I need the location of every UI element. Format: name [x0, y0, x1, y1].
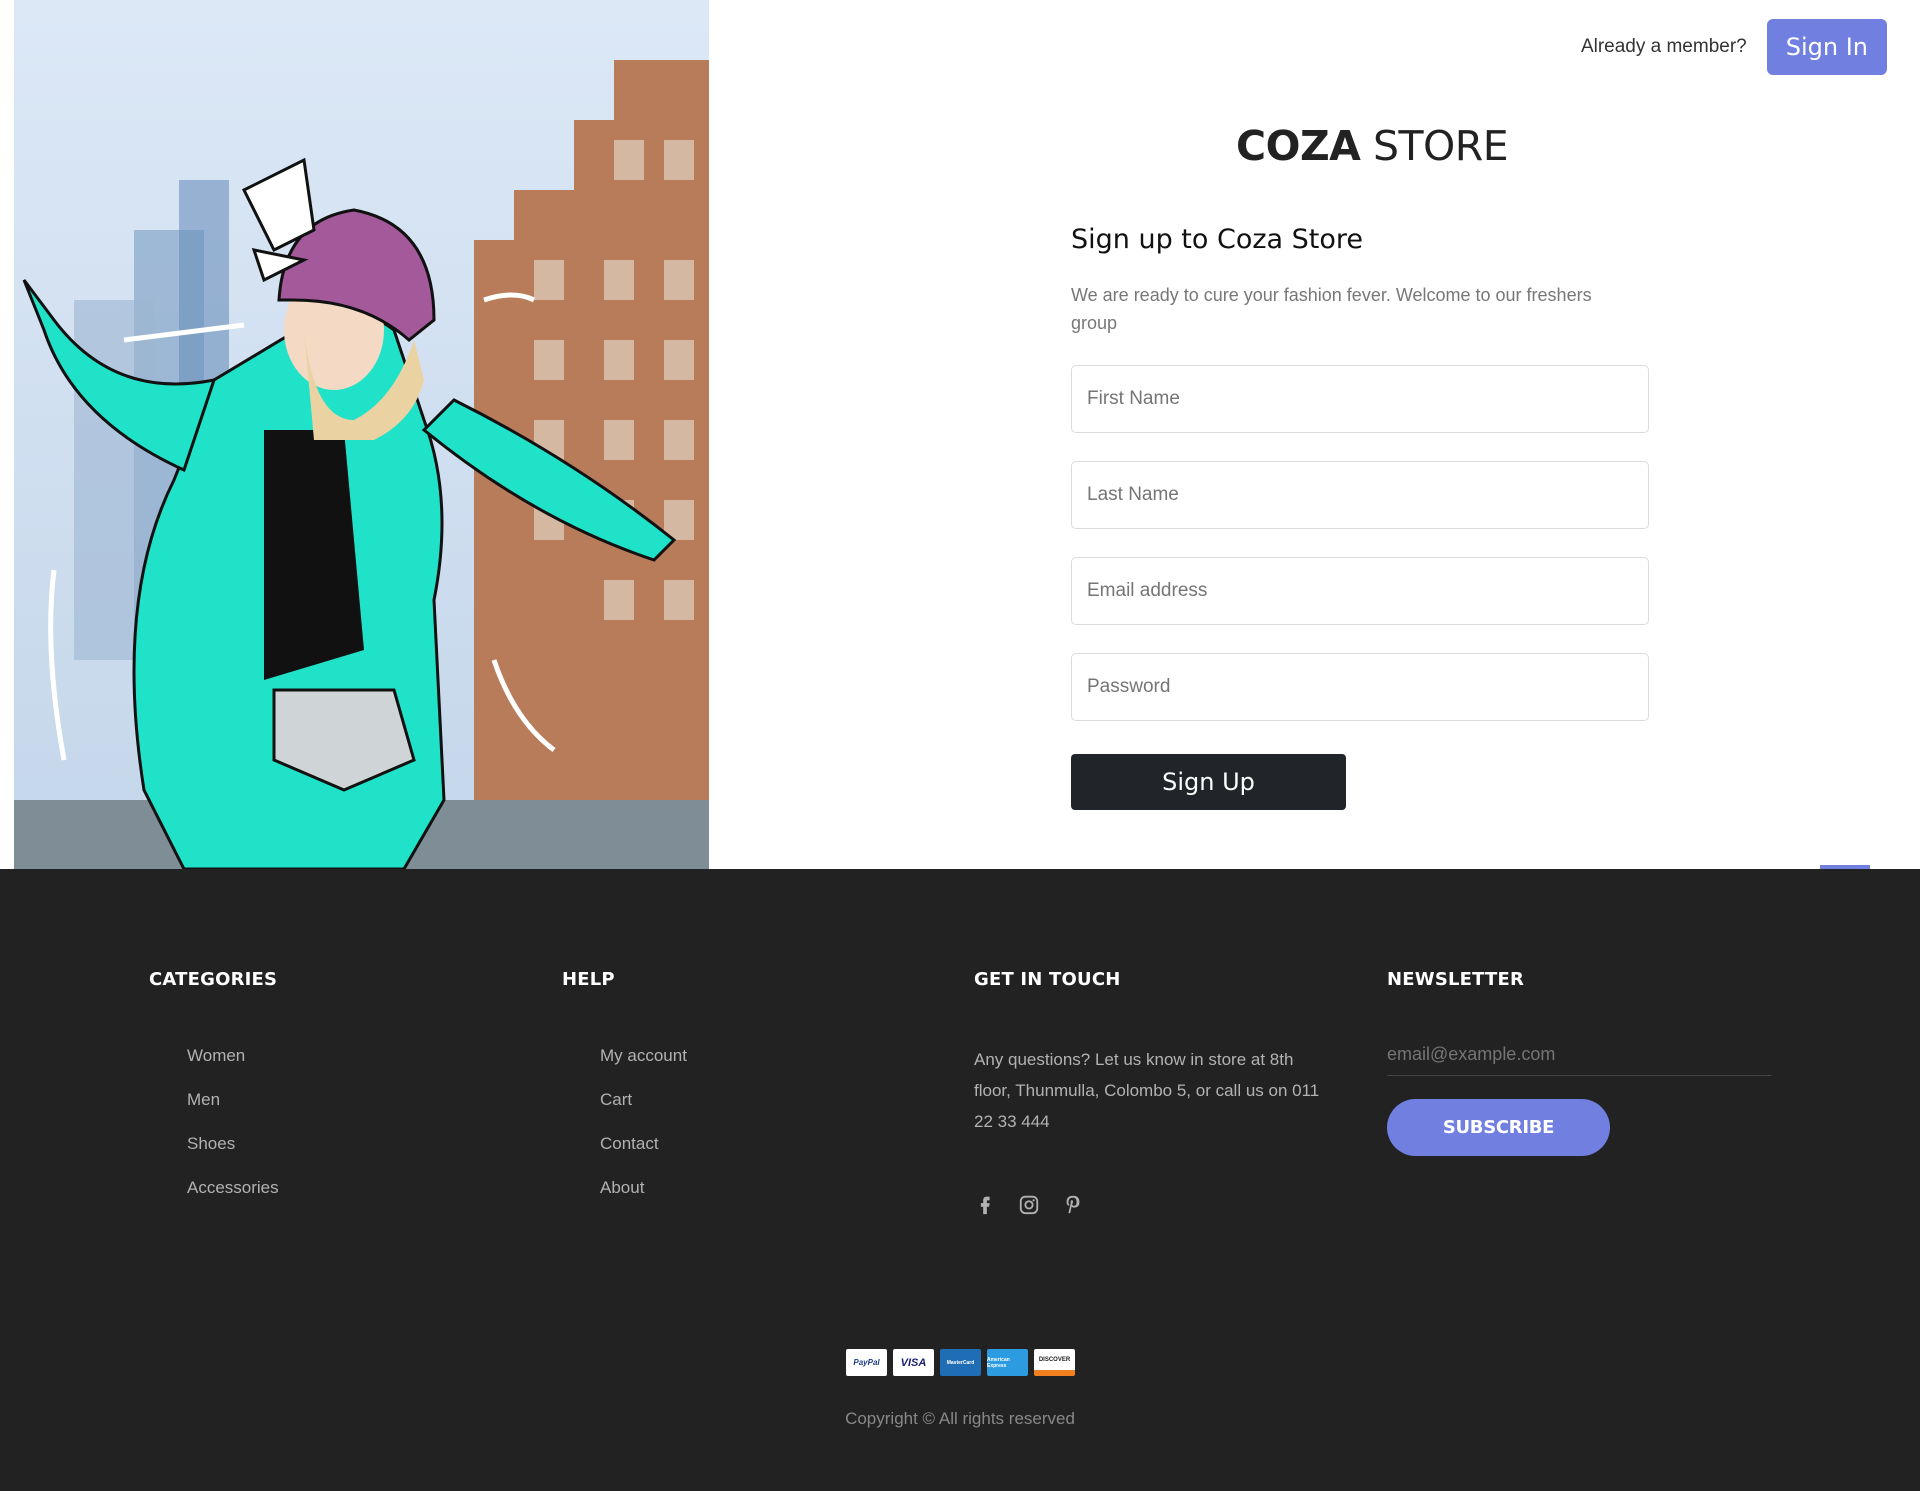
password-field[interactable]: [1071, 653, 1649, 721]
signup-page: Already a member? Sign In COZA STORE Sig…: [0, 0, 1920, 871]
amex-card-icon: American Express: [987, 1349, 1028, 1376]
first-name-field[interactable]: [1071, 365, 1649, 433]
brand-logo-bold: COZA: [1236, 122, 1361, 170]
touch-text: Any questions? Let us know in store at 8…: [974, 1050, 1320, 1131]
newsletter-email-input[interactable]: [1387, 1044, 1771, 1076]
help-link-cart[interactable]: Cart: [600, 1088, 687, 1112]
facebook-icon[interactable]: [974, 1192, 996, 1216]
category-link-shoes[interactable]: Shoes: [187, 1132, 279, 1156]
help-heading: HELP: [562, 969, 615, 990]
signup-button[interactable]: Sign Up: [1071, 754, 1346, 810]
last-name-field[interactable]: [1071, 461, 1649, 529]
brand-logo-light: STORE: [1372, 122, 1509, 170]
categories-heading: CATEGORIES: [149, 969, 278, 990]
already-member-text: Already a member?: [1580, 36, 1747, 57]
hero-illustration: [14, 0, 709, 869]
social-links: [974, 1192, 1324, 1216]
mastercard-card-icon: MasterCard: [940, 1349, 981, 1376]
footer-help: HELP My account Cart Contact About: [562, 969, 687, 1220]
brand-logo: COZA STORE: [1236, 122, 1509, 170]
help-link-about[interactable]: About: [600, 1176, 687, 1200]
form-subtitle: We are ready to cure your fashion fever.…: [1071, 285, 1592, 333]
pinterest-icon[interactable]: [1062, 1192, 1084, 1216]
help-link-contact[interactable]: Contact: [600, 1132, 687, 1156]
newsletter-heading: NEWSLETTER: [1387, 969, 1525, 990]
email-field[interactable]: [1071, 557, 1649, 625]
copyright-text: Copyright © All rights reserved: [845, 1409, 1075, 1428]
category-link-women[interactable]: Women: [187, 1044, 279, 1068]
footer-categories: CATEGORIES Women Men Shoes Accessories: [149, 969, 279, 1220]
footer-newsletter: NEWSLETTER SUBSCRIBE: [1387, 969, 1771, 1156]
visa-card-icon: VISA: [893, 1349, 934, 1376]
help-link-my-account[interactable]: My account: [600, 1044, 687, 1068]
discover-card-icon: DISCOVER: [1034, 1349, 1075, 1376]
footer-get-in-touch: GET IN TOUCH Any questions? Let us know …: [974, 969, 1324, 1216]
paypal-card-icon: PayPal: [846, 1349, 887, 1376]
signin-prompt: Already a member? Sign In: [1581, 19, 1887, 75]
category-link-men[interactable]: Men: [187, 1088, 279, 1112]
signin-button[interactable]: Sign In: [1766, 19, 1887, 75]
footer: CATEGORIES Women Men Shoes Accessories H…: [0, 869, 1920, 1491]
form-title: Sign up to Coza Store: [1071, 224, 1364, 255]
subscribe-button[interactable]: SUBSCRIBE: [1387, 1099, 1610, 1156]
touch-heading: GET IN TOUCH: [974, 969, 1121, 990]
payment-methods: PayPal VISA MasterCard American Express …: [846, 1349, 1075, 1376]
signup-form: Sign up to Coza Store We are ready to cu…: [1071, 224, 1651, 810]
category-link-accessories[interactable]: Accessories: [187, 1176, 279, 1200]
instagram-icon[interactable]: [1018, 1192, 1040, 1216]
